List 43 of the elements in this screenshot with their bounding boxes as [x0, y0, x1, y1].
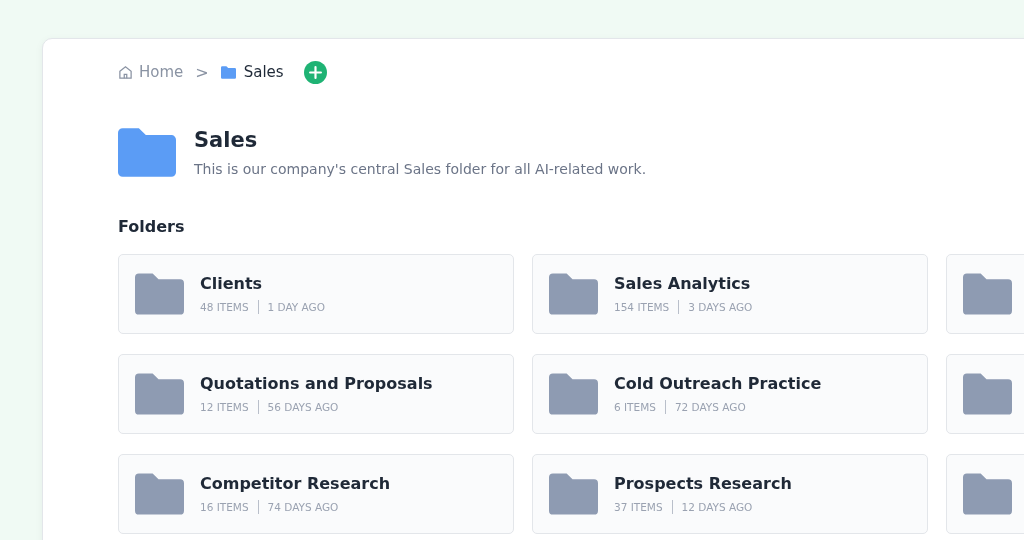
item-count: 154 ITEMS [614, 301, 670, 313]
item-count: 48 ITEMS [200, 301, 249, 313]
updated-time: 72 DAYS AGO [674, 401, 746, 413]
folder-icon [963, 373, 1012, 415]
item-count: 37 ITEMS [614, 501, 663, 513]
folder-name: Competitor Research [200, 474, 391, 493]
folder-card[interactable]: Sales Analytics 154 ITEMS 3 DAYS AGO [532, 254, 928, 334]
item-count: 12 ITEMS [200, 401, 249, 413]
folder-description: This is our company's central Sales folder for all AI-related work. [194, 161, 647, 177]
item-count: 16 ITEMS [200, 501, 249, 513]
folder-card[interactable]: Cold Outreach Practice 6 ITEMS 72 DAYS AGO [532, 354, 928, 434]
folder-icon [135, 473, 184, 515]
folder-card[interactable]: Quotations and Proposals 12 ITEMS 56 DAYS AGO [118, 354, 514, 434]
folder-name: Clients [200, 274, 264, 293]
current-folder-label: Sales [243, 63, 284, 81]
updated-time: 74 DAYS AGO [267, 501, 339, 513]
folder-icon [220, 65, 236, 79]
folder-icon [549, 473, 598, 515]
updated-time: 56 DAYS AGO [267, 401, 339, 413]
home-icon [118, 64, 133, 80]
item-count: 6 ITEMS [614, 401, 656, 413]
folder-icon [135, 273, 184, 315]
folder-icon [963, 473, 1012, 515]
breadcrumb-separator: > [195, 62, 209, 82]
section-title: Folders [118, 217, 186, 236]
updated-time: 1 DAY AGO [267, 301, 325, 313]
folder-icon [135, 373, 184, 415]
folder-name: Sales Analytics [614, 274, 752, 293]
folder-card[interactable]: Clients 48 ITEMS 1 DAY AGO [118, 254, 514, 334]
plus-icon [308, 65, 322, 79]
folder-name: Cold Outreach Practice [614, 374, 822, 393]
folder-title: Sales [194, 128, 259, 152]
folder-name: Quotations and Proposals [200, 374, 433, 393]
folder-icon [549, 273, 598, 315]
add-button[interactable] [303, 60, 327, 84]
folder-icon [549, 373, 598, 415]
updated-time: 3 DAYS AGO [688, 301, 753, 313]
folder-icon [963, 273, 1012, 315]
folder-name: Prospects Research [614, 474, 792, 493]
folder-icon [118, 128, 176, 177]
folder-card[interactable]: Competitor Research 16 ITEMS 74 DAYS AGO [118, 454, 514, 534]
folder-card[interactable]: Prospects Research 37 ITEMS 12 DAYS AGO [532, 454, 928, 534]
updated-time: 12 DAYS AGO [681, 501, 753, 513]
